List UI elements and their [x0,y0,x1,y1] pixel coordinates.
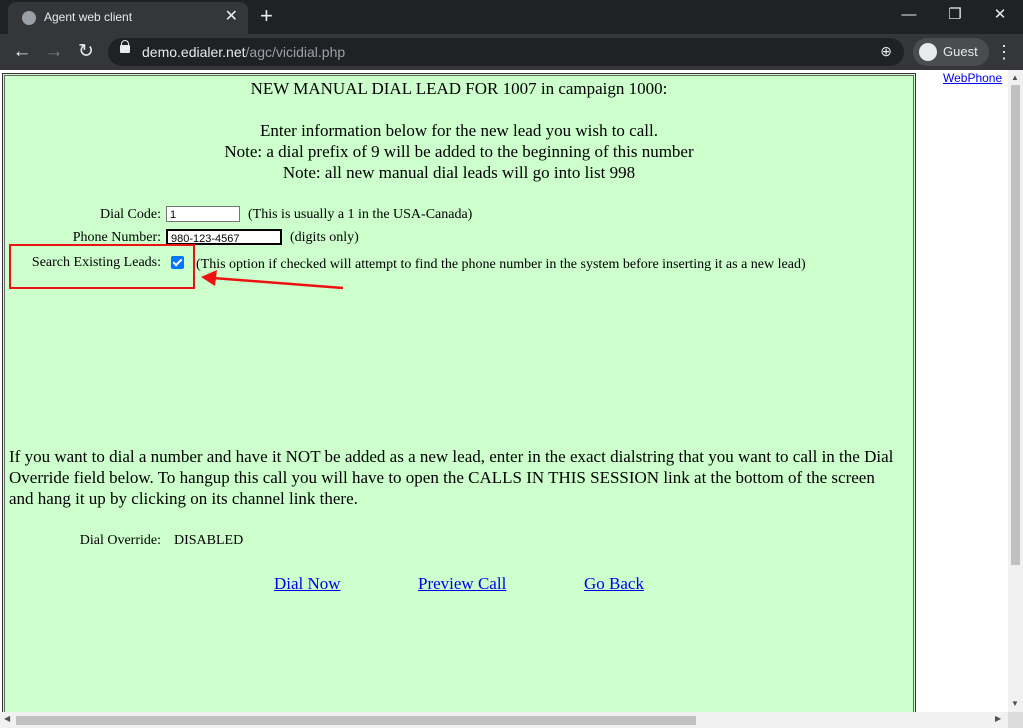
horizontal-scroll-thumb[interactable] [16,716,696,725]
manual-dial-panel: NEW MANUAL DIAL LEAD FOR 1007 in campaig… [2,73,916,725]
scroll-down-icon[interactable]: ▼ [1011,699,1019,708]
phone-number-input[interactable]: 980-123-4567 [166,229,282,245]
forward-button[interactable]: → [41,39,67,65]
dial-override-value: DISABLED [174,533,244,548]
annotation-arrow [201,270,344,290]
dial-override-instructions: If you want to dial a number and have it… [9,447,894,508]
profile-button[interactable]: Guest [913,38,989,66]
avatar-icon [919,43,937,61]
close-tab-icon[interactable]: ✕ [225,8,238,26]
url-text: demo.edialer.net/agc/vicidial.php [142,44,346,60]
info-line-1: Enter information below for the new lead… [260,121,658,140]
back-button[interactable]: ← [9,39,35,65]
browser-toolbar: ← → ↻ demo.edialer.net/agc/vicidial.php … [0,34,1023,70]
annotation-highlight-box [9,244,195,289]
tab-agent-web-client[interactable]: Agent web client ✕ [8,2,248,34]
browser-menu-icon[interactable]: ⋮ [995,39,1013,65]
tab-title: Agent web client [44,10,133,24]
scroll-right-icon[interactable]: ▶ [995,714,1001,723]
scroll-up-icon[interactable]: ▲ [1011,73,1019,82]
vertical-scrollbar[interactable]: ▲ ▼ [1008,70,1023,712]
dial-now-link[interactable]: Dial Now [274,574,341,594]
preview-call-link[interactable]: Preview Call [418,574,506,594]
reload-button[interactable]: ↻ [73,39,99,65]
horizontal-scrollbar[interactable]: ◀ ▶ [0,712,1008,728]
minimize-icon[interactable]: — [886,4,932,26]
go-back-link[interactable]: Go Back [584,574,644,594]
new-tab-button[interactable]: + [260,4,273,28]
restore-icon[interactable]: ❐ [932,4,978,26]
page-title: NEW MANUAL DIAL LEAD FOR 1007 in campaig… [250,79,668,98]
dial-code-input[interactable]: 1 [166,206,240,222]
webphone-link[interactable]: WebPhone [943,71,1002,85]
scrollbar-corner [1008,712,1023,728]
address-bar[interactable]: demo.edialer.net/agc/vicidial.php ⊕ [108,38,904,66]
lock-icon [120,40,130,53]
window-close-icon[interactable]: ✕ [977,4,1023,26]
tab-bar: Agent web client ✕ + — ❐ ✕ [0,0,1023,34]
info-line-3: Note: all new manual dial leads will go … [282,163,636,182]
zoom-icon[interactable]: ⊕ [880,43,892,60]
page-viewport: NEW MANUAL DIAL LEAD FOR 1007 in campaig… [0,70,1023,728]
phone-number-hint: (digits only) [290,230,359,245]
dial-code-hint: (This is usually a 1 in the USA-Canada) [248,207,473,222]
info-line-2: Note: a dial prefix of 9 will be added t… [224,142,694,161]
dial-override-label: Dial Override: [79,533,161,548]
scroll-left-icon[interactable]: ◀ [4,714,10,723]
globe-icon [22,11,36,25]
profile-name: Guest [943,44,978,59]
vertical-scroll-thumb[interactable] [1011,85,1020,565]
dial-code-label: Dial Code: [99,207,161,222]
